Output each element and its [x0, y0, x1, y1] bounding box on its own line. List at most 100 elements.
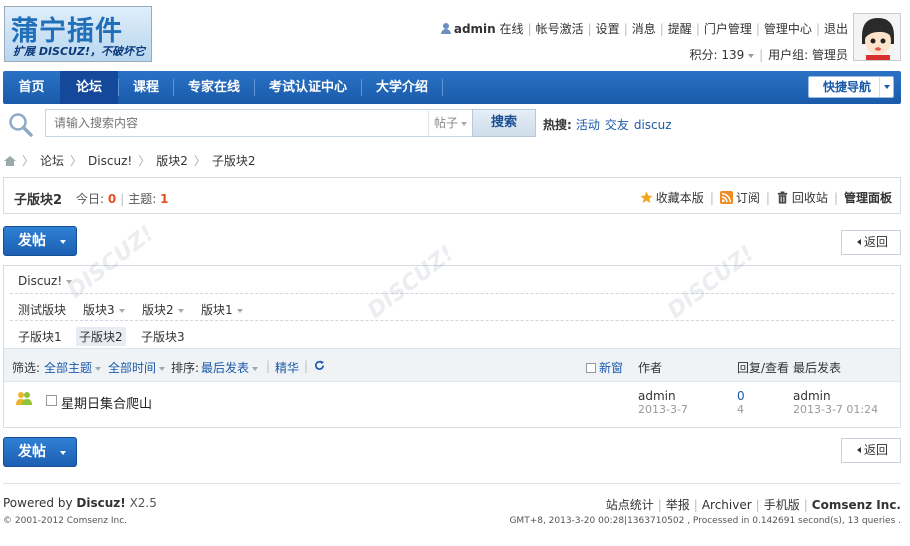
breadcrumb-item[interactable]: 子版块2: [212, 154, 256, 168]
chevron-down-icon: [66, 280, 73, 287]
back-button[interactable]: 返回: [841, 230, 901, 255]
chevron-down-icon: [118, 309, 125, 316]
search-input[interactable]: [46, 110, 428, 136]
discuz-link[interactable]: Discuz!: [76, 496, 125, 510]
user-toolbar: admin 在线 | 帐号激活 | 设置 | 消息 | 提醒 | 门户管理 | 管理中心 | 退出: [440, 20, 848, 37]
thread-replies-count[interactable]: 0: [737, 389, 745, 403]
forum-link-board2[interactable]: 版块2: [142, 301, 184, 318]
parent-forum-label: Discuz!: [18, 274, 63, 288]
subscribe-link[interactable]: 订阅: [719, 191, 760, 205]
new-post-button-bottom[interactable]: 发帖: [3, 437, 77, 467]
search-button[interactable]: 搜索: [472, 109, 536, 137]
thread-author-link[interactable]: admin: [638, 389, 676, 403]
nav-item-university[interactable]: 大学介绍: [362, 71, 442, 104]
avatar[interactable]: [853, 13, 901, 61]
hot-search-term[interactable]: 活动: [576, 118, 600, 132]
sort-label: 排序:: [171, 361, 200, 375]
site-logo[interactable]: 蒲宁插件 扩展 DISCUZ!，不破坏它: [4, 6, 152, 62]
post-label: 发帖: [18, 233, 46, 249]
portal-admin-link[interactable]: 门户管理: [704, 22, 752, 36]
sort-select[interactable]: 最后发表: [201, 359, 259, 376]
forum-link-board1[interactable]: 版块1: [201, 301, 243, 318]
comsenz-link[interactable]: Comsenz Inc.: [812, 498, 901, 512]
powered-by: Powered by Discuz! X2.5: [3, 496, 157, 510]
filter-all-time[interactable]: 全部时间: [108, 359, 166, 376]
chevron-down-icon: [252, 367, 259, 374]
filter-time-label: 全部时间: [108, 361, 157, 375]
chevron-down-icon: [159, 367, 166, 374]
forum-stats: 今日: 0 | 主题: 1: [76, 192, 169, 206]
site-stats-link[interactable]: 站点统计: [606, 498, 654, 512]
footer-divider: [3, 483, 901, 484]
username-link[interactable]: admin: [454, 22, 496, 36]
refresh-icon[interactable]: [314, 359, 325, 373]
thread-last-user-link[interactable]: admin: [793, 389, 831, 403]
search-type-select[interactable]: 帖子: [428, 110, 472, 136]
search-type-label: 帖子: [433, 116, 458, 130]
nav-item-exam-center[interactable]: 考试认证中心: [255, 71, 361, 104]
mobile-link[interactable]: 手机版: [764, 498, 800, 512]
nav-item-experts[interactable]: 专家在线: [174, 71, 254, 104]
recycle-bin-link[interactable]: 回收站: [776, 191, 828, 205]
back-arrow-icon: [854, 447, 861, 453]
thread-subject-link[interactable]: 星期日集合爬山: [61, 393, 152, 412]
new-post-button[interactable]: 发帖: [3, 226, 77, 256]
thread-filter-bar: 筛选: 全部主题 全部时间 排序: 最后发表 | 精华 | 新窗 作者 回复/查…: [4, 348, 900, 382]
hot-search-term[interactable]: discuz: [634, 118, 672, 132]
notifications-link[interactable]: 提醒: [668, 22, 692, 36]
settings-link[interactable]: 设置: [596, 22, 620, 36]
manage-panel-link[interactable]: 管理面板: [844, 191, 892, 205]
nav-item-forum[interactable]: 论坛: [60, 71, 118, 104]
col-author: 作者: [638, 361, 663, 375]
nav-item-home[interactable]: 首页: [3, 71, 60, 104]
breadcrumb-item[interactable]: 论坛: [40, 154, 64, 168]
back-label: 返回: [863, 443, 888, 457]
home-icon[interactable]: [4, 156, 16, 166]
col-replies: 回复/查看: [737, 361, 790, 375]
filter-topics-label: 全部主题: [44, 361, 93, 375]
online-status[interactable]: 在线: [500, 22, 524, 36]
breadcrumb: 〉论坛〉 Discuz! 〉版块2 〉子版块2: [4, 152, 256, 169]
filter-label: 筛选:: [12, 361, 41, 375]
report-link[interactable]: 举报: [666, 498, 690, 512]
favorite-forum-link[interactable]: 收藏本版: [640, 191, 704, 205]
subscribe-label: 订阅: [735, 191, 760, 205]
breadcrumb-item[interactable]: Discuz!: [88, 154, 132, 168]
thread-last-date-link[interactable]: 2013-3-7 01:24: [793, 403, 878, 416]
admin-center-link[interactable]: 管理中心: [764, 22, 812, 36]
archiver-link[interactable]: Archiver: [702, 498, 752, 512]
forum-list-box: Discuz! 测试版块 版块3 版块2 版块1 子版块1 子版块2 子版块3 …: [3, 265, 901, 428]
breadcrumb-item[interactable]: 版块2: [156, 154, 188, 168]
search-box: 帖子 搜索: [45, 109, 536, 137]
today-label: 今日:: [76, 192, 105, 206]
version-label: X2.5: [129, 496, 157, 510]
forum-link-board3[interactable]: 版块3: [83, 301, 125, 318]
subforum-link-1[interactable]: 子版块1: [18, 328, 62, 345]
new-window-label: 新窗: [599, 361, 624, 375]
forum-title: 子版块2: [14, 193, 63, 208]
table-row: 星期日集合爬山 admin 2013-3-7 0 4 admin 2013-3-…: [4, 382, 900, 427]
forum-link-test[interactable]: 测试版块: [18, 301, 66, 318]
new-window-checkbox[interactable]: 新窗: [586, 359, 623, 376]
nav-item-courses[interactable]: 课程: [119, 71, 173, 104]
chevron-down-icon: [236, 309, 243, 316]
usergroup-link[interactable]: 用户组: 管理员: [768, 48, 848, 62]
credits-menu[interactable]: 积分: 139: [690, 48, 755, 62]
messages-link[interactable]: 消息: [632, 22, 656, 36]
quick-nav-button[interactable]: 快捷导航: [808, 76, 894, 98]
chevron-down-icon: [60, 451, 66, 458]
star-icon: [640, 191, 653, 204]
filter-all-topics[interactable]: 全部主题: [44, 359, 102, 376]
digest-filter-link[interactable]: 精华: [275, 359, 299, 376]
parent-forum-menu[interactable]: Discuz!: [18, 274, 73, 288]
account-activate-link[interactable]: 帐号激活: [536, 22, 584, 36]
quick-nav-label: 快捷导航: [823, 80, 872, 94]
thread-select-checkbox[interactable]: [46, 395, 57, 406]
threads-label: 主题:: [128, 192, 157, 206]
logout-link[interactable]: 退出: [824, 22, 848, 36]
back-button-bottom[interactable]: 返回: [841, 438, 901, 463]
subforum-link-3[interactable]: 子版块3: [141, 328, 185, 345]
chevron-down-icon: [95, 367, 102, 374]
subforum-link-2[interactable]: 子版块2: [76, 327, 126, 346]
hot-search-term[interactable]: 交友: [605, 118, 629, 132]
